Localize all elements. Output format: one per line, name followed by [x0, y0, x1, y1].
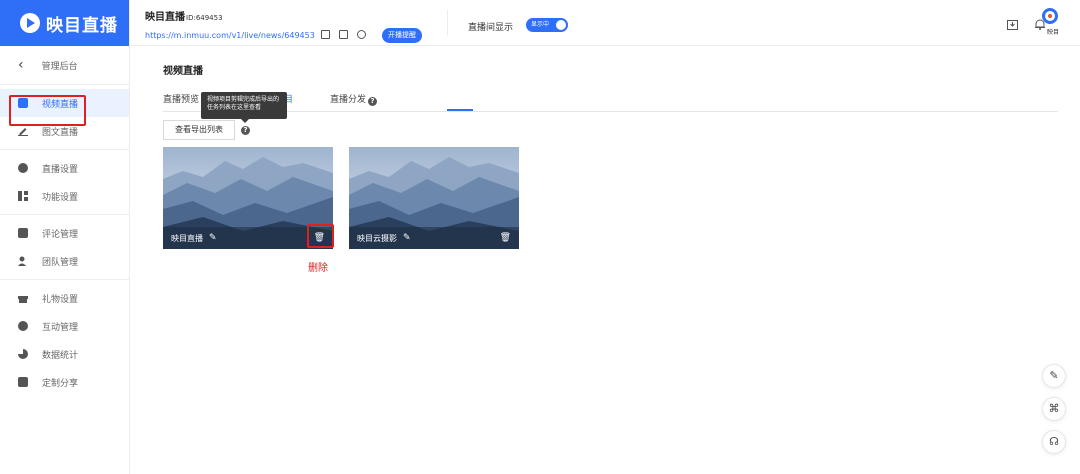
- nav-group-manage: 评论管理 团队管理: [0, 214, 129, 279]
- avatar-label: 映目: [1046, 29, 1059, 36]
- tab-bar: 直播预览 项目 直播分发?: [163, 92, 1058, 112]
- live-remind-button[interactable]: 开播提醒: [382, 28, 422, 43]
- copy-icon[interactable]: [321, 30, 330, 39]
- page-title: 视频直播: [163, 66, 203, 77]
- sidebar: 映目直播 ‹ 管理后台 视频直播 图文直播 直播设置 功能设置 评论管理 团队管…: [0, 0, 130, 474]
- trash-icon[interactable]: 🗑: [500, 233, 511, 243]
- room-title: 映目直播ID:649453: [145, 12, 223, 23]
- room-id: ID:649453: [186, 14, 223, 22]
- edit-note-icon: ✎: [1049, 369, 1059, 382]
- project-card[interactable]: 映目云摄影 ✎ 🗑: [349, 147, 519, 249]
- highlight-box-video-live: [9, 95, 86, 126]
- help-icon[interactable]: ?: [241, 126, 250, 135]
- sidebar-item-label: 礼物设置: [42, 294, 79, 305]
- card-footer: 映目云摄影 ✎ 🗑: [349, 227, 519, 249]
- grid-icon: [18, 191, 28, 201]
- card-title: 映目直播: [171, 233, 203, 243]
- pen-icon: [18, 126, 28, 136]
- play-logo-icon: [20, 13, 40, 33]
- download-icon[interactable]: [1007, 19, 1018, 30]
- highlight-box-delete: [307, 224, 334, 248]
- back-to-admin[interactable]: ‹ 管理后台: [0, 46, 129, 84]
- sidebar-item-label: 互动管理: [42, 322, 79, 333]
- gift-icon: [18, 293, 28, 303]
- card-title: 映目云摄影: [357, 233, 397, 243]
- shortcut-button[interactable]: ⌘: [1042, 397, 1066, 421]
- team-icon: [18, 256, 28, 266]
- help-icon[interactable]: ?: [368, 97, 378, 106]
- view-export-list-button[interactable]: 查看导出列表: [163, 120, 235, 140]
- tab-distribution[interactable]: 直播分发?: [330, 92, 378, 106]
- sidebar-item-label: 评论管理: [42, 229, 79, 240]
- pie-icon: [18, 349, 28, 359]
- sidebar-item-label: 数据统计: [42, 350, 79, 361]
- comment-icon: [18, 228, 28, 238]
- app-logo[interactable]: 映目直播: [0, 0, 129, 46]
- active-tab-underline: [447, 109, 473, 111]
- sidebar-item-comments[interactable]: 评论管理: [0, 219, 129, 247]
- customer-service-button[interactable]: ☊: [1042, 430, 1066, 454]
- compass-icon[interactable]: [357, 30, 366, 39]
- nav-group-more: 礼物设置 互动管理 数据统计 定制分享: [0, 279, 129, 400]
- header-divider: [447, 10, 448, 36]
- display-label: 直播间显示: [468, 23, 514, 33]
- sidebar-item-team[interactable]: 团队管理: [0, 247, 129, 275]
- sidebar-item-label: 图文直播: [42, 127, 79, 138]
- feedback-edit-button[interactable]: ✎: [1042, 364, 1066, 388]
- sidebar-item-label: 团队管理: [42, 257, 79, 268]
- sidebar-item-gifts[interactable]: 礼物设置: [0, 284, 129, 312]
- edit-icon[interactable]: ✎: [209, 233, 217, 243]
- sidebar-item-label: 功能设置: [42, 192, 79, 203]
- sidebar-item-statistics[interactable]: 数据统计: [0, 340, 129, 368]
- sidebar-item-live-settings[interactable]: 直播设置: [0, 154, 129, 182]
- sidebar-item-feature-settings[interactable]: 功能设置: [0, 182, 129, 210]
- sidebar-item-share[interactable]: 定制分享: [0, 368, 129, 396]
- delete-annotation: 删除: [308, 263, 328, 274]
- room-url[interactable]: https://m.inmuu.com/v1/live/news/649453: [145, 31, 315, 40]
- export-tooltip: 视频项目剪辑完成后导出的任务列表在这里查看: [201, 92, 287, 123]
- qrcode-icon[interactable]: [339, 30, 348, 39]
- share-icon: [18, 377, 28, 387]
- top-header: 映目直播ID:649453 https://m.inmuu.com/v1/liv…: [131, 0, 1080, 46]
- sidebar-item-label: 直播设置: [42, 164, 79, 175]
- back-label: 管理后台: [41, 61, 78, 72]
- display-toggle[interactable]: 显示中: [526, 18, 568, 32]
- tab-preview[interactable]: 直播预览: [163, 92, 199, 105]
- sidebar-item-interaction[interactable]: 互动管理: [0, 312, 129, 340]
- header-right-icons: [1007, 18, 1046, 30]
- chevron-left-icon: ‹: [18, 57, 24, 73]
- edit-icon[interactable]: ✎: [403, 233, 411, 243]
- user-avatar[interactable]: [1042, 8, 1058, 24]
- url-actions: [321, 30, 366, 39]
- interact-icon: [18, 321, 28, 331]
- toggle-label: 显示中: [531, 21, 550, 28]
- logo-text: 映目直播: [46, 15, 118, 36]
- nav-group-settings: 直播设置 功能设置: [0, 149, 129, 214]
- sidebar-item-label: 定制分享: [42, 378, 79, 389]
- headset-icon: ☊: [1049, 435, 1059, 448]
- settings-icon: [18, 163, 28, 173]
- command-icon: ⌘: [1048, 402, 1060, 415]
